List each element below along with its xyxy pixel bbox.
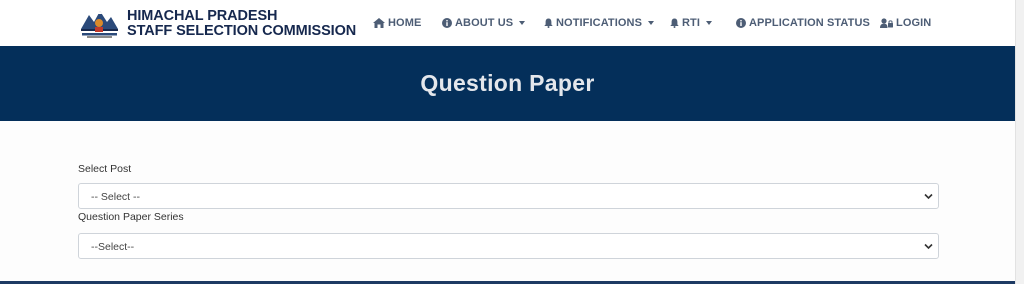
caret-down-icon bbox=[648, 21, 655, 25]
question-paper-form: Select Post -- Select -- Question Paper … bbox=[0, 121, 1015, 281]
nav-home[interactable]: HOME bbox=[373, 16, 421, 30]
top-navbar: HIMACHAL PRADESH STAFF SELECTION COMMISS… bbox=[0, 0, 1015, 46]
hpssc-logo-icon[interactable] bbox=[78, 5, 120, 39]
question-paper-series-dropdown[interactable]: --Select-- bbox=[78, 233, 939, 259]
brand-line-2: STAFF SELECTION COMMISSION bbox=[127, 23, 357, 39]
question-paper-series-label: Question Paper Series bbox=[78, 211, 184, 223]
bell-icon bbox=[544, 18, 553, 28]
nav-notifications[interactable]: NOTIFICATIONS bbox=[544, 16, 655, 30]
nav-login[interactable]: LOGIN bbox=[880, 16, 931, 30]
nav-home-label: HOME bbox=[388, 17, 422, 29]
page-banner: Question Paper bbox=[0, 46, 1015, 121]
nav-rti[interactable]: RTI bbox=[670, 16, 713, 30]
bell-icon bbox=[670, 18, 679, 28]
chevron-down-icon bbox=[924, 243, 933, 250]
nav-notifications-label: NOTIFICATIONS bbox=[556, 17, 643, 29]
caret-down-icon bbox=[706, 21, 713, 25]
brand-name[interactable]: HIMACHAL PRADESH STAFF SELECTION COMMISS… bbox=[127, 9, 356, 39]
vertical-scrollbar[interactable] bbox=[1015, 0, 1024, 284]
home-icon bbox=[373, 18, 385, 28]
select-post-value: -- Select -- bbox=[91, 191, 141, 203]
brand-line-1: HIMACHAL PRADESH bbox=[127, 8, 278, 24]
select-post-dropdown[interactable]: -- Select -- bbox=[78, 183, 939, 209]
select-post-label: Select Post bbox=[78, 163, 132, 175]
caret-down-icon bbox=[519, 21, 526, 25]
nav-about-us[interactable]: ABOUT US bbox=[442, 16, 526, 30]
page-title: Question Paper bbox=[420, 70, 595, 96]
nav-about-us-label: ABOUT US bbox=[455, 17, 514, 29]
nav-rti-label: RTI bbox=[682, 17, 701, 29]
question-paper-series-value: --Select-- bbox=[91, 241, 135, 253]
nav-login-label: LOGIN bbox=[896, 17, 932, 29]
info-icon bbox=[736, 18, 746, 28]
info-icon bbox=[442, 18, 452, 28]
user-lock-icon bbox=[880, 18, 893, 28]
chevron-down-icon bbox=[924, 193, 933, 200]
page: HIMACHAL PRADESH STAFF SELECTION COMMISS… bbox=[0, 0, 1024, 284]
nav-application-status[interactable]: APPLICATION STATUS bbox=[736, 16, 870, 30]
nav-application-status-label: APPLICATION STATUS bbox=[749, 17, 870, 29]
